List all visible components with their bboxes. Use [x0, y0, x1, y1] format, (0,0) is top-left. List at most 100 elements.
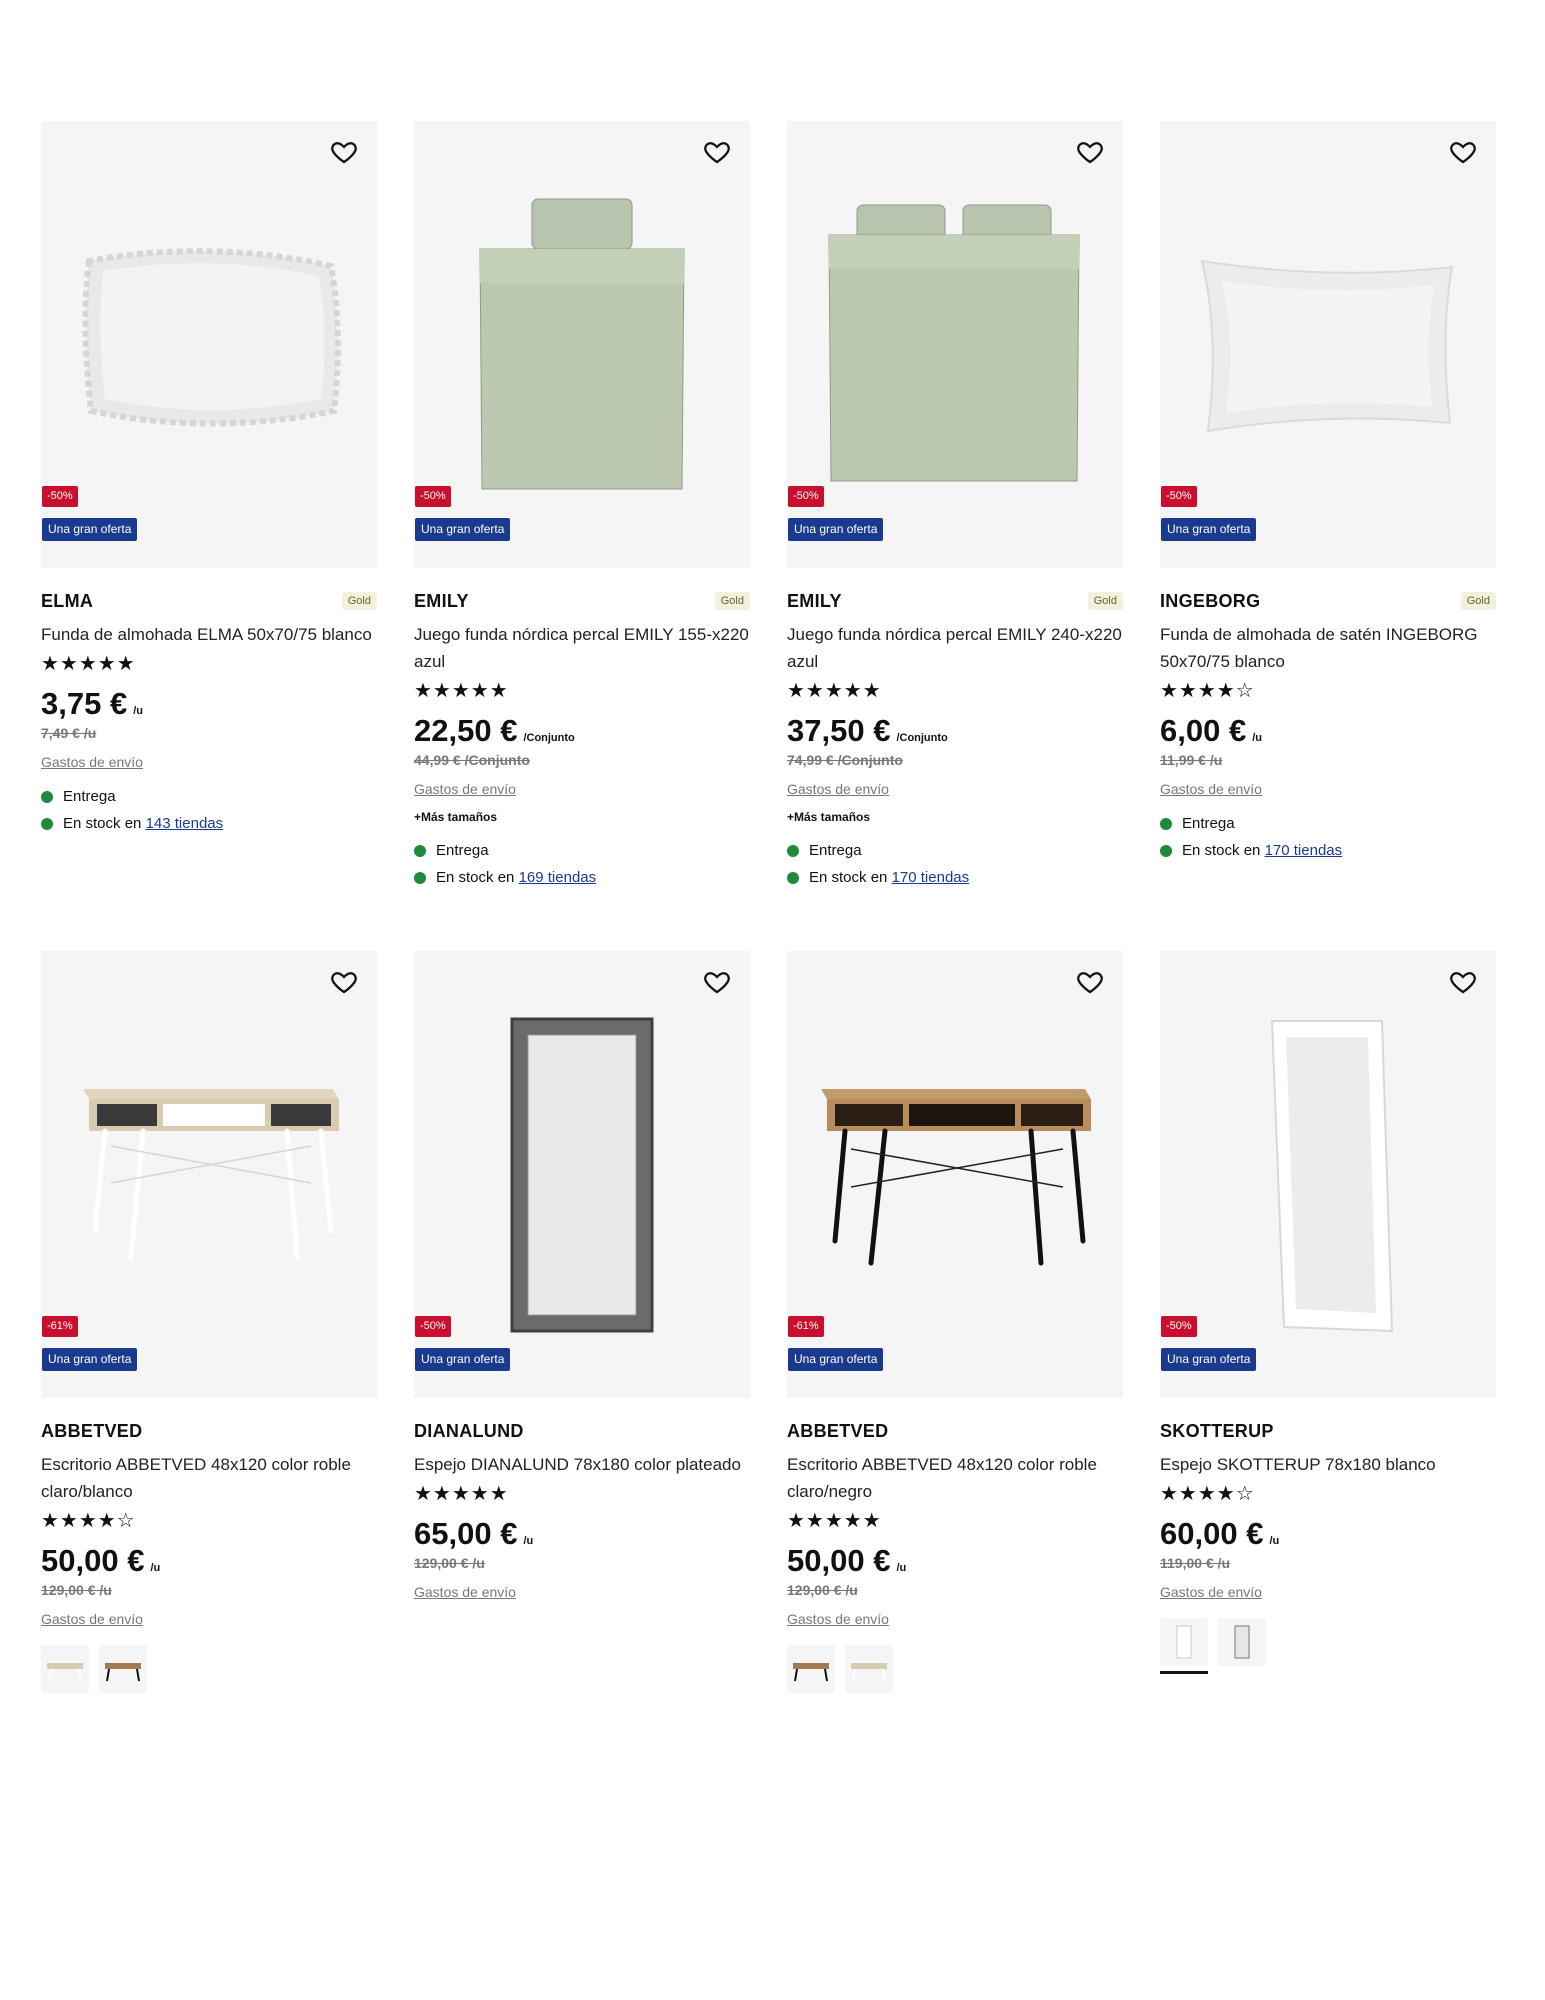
product-title[interactable]: Escritorio ABBETVED 48x120 color roble c… — [41, 1451, 377, 1505]
desk-black-icon — [821, 1089, 1091, 1266]
duvet-single-icon — [479, 198, 685, 490]
brand-name: DIANALUND — [414, 1420, 524, 1441]
stores-link[interactable]: 169 tiendas — [519, 869, 597, 886]
shipping-link[interactable]: Gastos de envío — [414, 1584, 750, 1600]
product-title[interactable]: Juego funda nórdica percal EMILY 240-x22… — [787, 621, 1123, 675]
brand-name: EMILY — [414, 590, 469, 611]
shipping-link[interactable]: Gastos de envío — [41, 1611, 377, 1627]
desk-black-swatch[interactable] — [787, 1645, 835, 1693]
shipping-link[interactable]: Gastos de envío — [41, 754, 377, 770]
stock-prefix: En stock en — [1182, 842, 1261, 859]
desk-black-swatch[interactable] — [99, 1645, 147, 1693]
product-image-area[interactable]: -50% Una gran oferta — [414, 121, 750, 568]
wishlist-heart-icon[interactable] — [329, 137, 359, 167]
product-image-area[interactable]: -50% Una gran oferta — [1160, 121, 1496, 568]
shipping-link[interactable]: Gastos de envío — [787, 1611, 1123, 1627]
old-price: 74,99 € /Conjunto — [787, 752, 903, 768]
wishlist-heart-icon[interactable] — [329, 967, 359, 997]
product-row: -50% Una gran oferta ELMA Gold Funda de … — [41, 121, 1501, 951]
product-card[interactable]: -50% Una gran oferta ELMA Gold Funda de … — [41, 121, 377, 951]
availability: Entrega En stock en 143 tiendas — [41, 783, 377, 837]
shipping-link[interactable]: Gastos de envío — [414, 781, 750, 797]
deal-badge: Una gran oferta — [788, 518, 884, 541]
product-image-area[interactable]: -50% Una gran oferta — [1160, 951, 1496, 1398]
gold-badge: Gold — [1087, 592, 1123, 610]
price-unit: /Conjunto — [523, 732, 575, 744]
product-image-area[interactable]: -50% Una gran oferta — [41, 121, 377, 568]
shipping-link[interactable]: Gastos de envío — [1160, 781, 1496, 797]
shipping-link[interactable]: Gastos de envío — [787, 781, 1123, 797]
stock-dot-icon — [414, 844, 426, 857]
color-swatches — [787, 1645, 1123, 1693]
product-image-area[interactable]: -50% Una gran oferta — [787, 121, 1123, 568]
stores-link[interactable]: 170 tiendas — [892, 869, 970, 886]
rating-stars: ★★★★☆ — [1160, 680, 1255, 702]
product-image-area[interactable]: -61% Una gran oferta — [41, 951, 377, 1398]
gold-badge: Gold — [1460, 592, 1496, 610]
stores-link[interactable]: 143 tiendas — [146, 815, 224, 832]
product-row: -61% Una gran oferta ABBETVED Escritorio… — [41, 951, 1501, 1693]
brand-name: SKOTTERUP — [1160, 1420, 1274, 1441]
product-image-area[interactable]: -50% Una gran oferta — [414, 951, 750, 1398]
product-card[interactable]: -50% Una gran oferta EMILY Gold Juego fu… — [414, 121, 750, 951]
more-sizes-link[interactable]: +Más tamaños — [414, 810, 750, 824]
price-unit: /u — [896, 1562, 907, 1574]
product-title[interactable]: Funda de almohada ELMA 50x70/75 blanco — [41, 621, 377, 648]
product-title[interactable]: Espejo DIANALUND 78x180 color plateado — [414, 1451, 750, 1478]
stock-prefix: En stock en — [436, 869, 515, 886]
discount-badge: -61% — [42, 1316, 78, 1337]
wishlist-heart-icon[interactable] — [1448, 137, 1478, 167]
price: 50,00 € — [787, 1543, 891, 1578]
mirror-white-swatch[interactable] — [1160, 1618, 1208, 1674]
stores-link[interactable]: 170 tiendas — [1265, 842, 1343, 859]
mirror-silver-swatch[interactable] — [1218, 1618, 1266, 1666]
brand-name: ABBETVED — [787, 1420, 889, 1441]
wishlist-heart-icon[interactable] — [702, 137, 732, 167]
price-unit: /u — [150, 1562, 161, 1574]
wishlist-heart-icon[interactable] — [1448, 967, 1478, 997]
brand-name: EMILY — [787, 590, 842, 611]
availability: Entrega En stock en 170 tiendas — [1160, 810, 1496, 864]
product-card[interactable]: -50% Una gran oferta INGEBORG Gold Funda… — [1160, 121, 1496, 951]
mirror-white-icon — [1270, 1020, 1394, 1333]
discount-badge: -50% — [1161, 486, 1197, 507]
price: 3,75 € — [41, 686, 128, 721]
product-title[interactable]: Funda de almohada de satén INGEBORG 50x7… — [1160, 621, 1496, 675]
product-title[interactable]: Escritorio ABBETVED 48x120 color roble c… — [787, 1451, 1123, 1505]
brand-name: INGEBORG — [1160, 590, 1261, 611]
product-card[interactable]: -50% Una gran oferta DIANALUND Espejo DI… — [414, 951, 750, 1693]
old-price: 129,00 € /u — [41, 1582, 112, 1598]
more-sizes-link[interactable]: +Más tamaños — [787, 810, 1123, 824]
discount-badge: -50% — [788, 486, 824, 507]
desk-white-swatch[interactable] — [845, 1645, 893, 1693]
price: 60,00 € — [1160, 1516, 1264, 1551]
brand-name: ABBETVED — [41, 1420, 143, 1441]
wishlist-heart-icon[interactable] — [1075, 967, 1105, 997]
product-grid: -50% Una gran oferta ELMA Gold Funda de … — [41, 121, 1501, 1693]
old-price: 119,00 € /u — [1160, 1555, 1231, 1571]
product-image-area[interactable]: -61% Una gran oferta — [787, 951, 1123, 1398]
product-card[interactable]: -50% Una gran oferta EMILY Gold Juego fu… — [787, 121, 1123, 951]
product-card[interactable]: -61% Una gran oferta ABBETVED Escritorio… — [41, 951, 377, 1693]
deal-badge: Una gran oferta — [1161, 518, 1257, 541]
shipping-link[interactable]: Gastos de envío — [1160, 1584, 1496, 1600]
old-price: 7,49 € /u — [41, 725, 97, 741]
price: 50,00 € — [41, 1543, 145, 1578]
product-card[interactable]: -61% Una gran oferta ABBETVED Escritorio… — [787, 951, 1123, 1693]
wishlist-heart-icon[interactable] — [702, 967, 732, 997]
discount-badge: -50% — [42, 486, 78, 507]
stock-dot-icon — [787, 871, 799, 884]
product-title[interactable]: Juego funda nórdica percal EMILY 155-x22… — [414, 621, 750, 675]
availability: Entrega En stock en 170 tiendas — [787, 837, 1123, 891]
color-swatches — [1160, 1618, 1496, 1674]
old-price: 11,99 € /u — [1160, 752, 1223, 768]
product-card[interactable]: -50% Una gran oferta SKOTTERUP Espejo SK… — [1160, 951, 1496, 1693]
desk-white-swatch[interactable] — [41, 1645, 89, 1693]
wishlist-heart-icon[interactable] — [1075, 137, 1105, 167]
gold-badge: Gold — [714, 592, 750, 610]
price: 37,50 € — [787, 713, 891, 748]
color-swatches — [41, 1645, 377, 1693]
stock-dot-icon — [1160, 844, 1172, 857]
deal-badge: Una gran oferta — [42, 1348, 138, 1371]
product-title[interactable]: Espejo SKOTTERUP 78x180 blanco — [1160, 1451, 1496, 1478]
